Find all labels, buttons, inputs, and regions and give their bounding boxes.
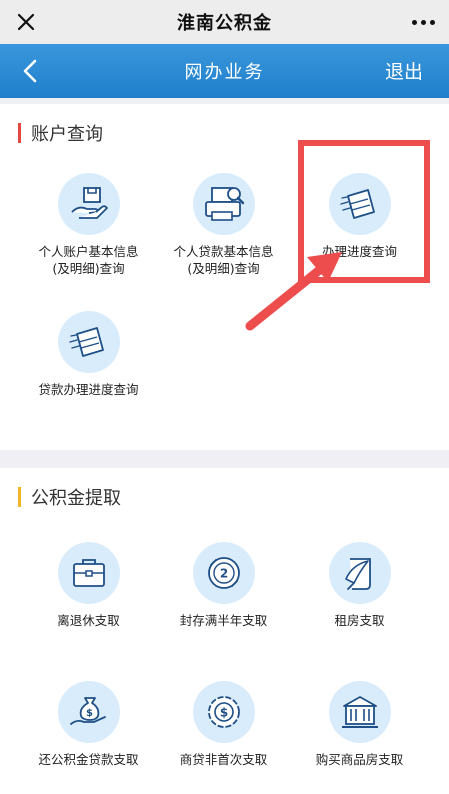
section-marker <box>18 123 21 143</box>
section-header: 公积金提取 <box>18 484 121 510</box>
paper-plane-icon <box>57 311 120 373</box>
section-marker <box>18 487 21 507</box>
tile-sealed-half-year-withdrawal[interactable]: 2 封存满半年支取 <box>149 542 298 629</box>
tile-account-info[interactable]: 个人账户基本信息 (及明细)查询 <box>14 173 163 277</box>
close-icon[interactable] <box>10 6 42 38</box>
tile-commercial-loan-withdrawal[interactable]: $ 商贷非首次支取 <box>149 681 298 768</box>
label-line: 个人贷款基本信息 <box>173 244 274 259</box>
tile-label: 还公积金贷款支取 <box>38 752 139 767</box>
section-title: 公积金提取 <box>31 488 121 509</box>
tile-label: 商贷非首次支取 <box>179 752 268 767</box>
label-line: (及明细)查询 <box>52 261 125 276</box>
tile-rent-withdrawal[interactable]: 租房支取 <box>285 542 434 629</box>
section-header: 账户查询 <box>18 120 103 146</box>
svg-text:$: $ <box>86 708 93 719</box>
withdrawal-section: 公积金提取 离退休支取 2 封存满半年支取 租房支取 $ 还公积金贷款支取 $ … <box>0 468 449 794</box>
tile-label: 购买商品房支取 <box>315 752 404 767</box>
quill-scroll-icon <box>328 542 391 604</box>
tile-label: 个人账户基本信息 (及明细)查询 <box>38 243 138 277</box>
more-icon[interactable] <box>412 6 435 38</box>
svg-text:2: 2 <box>219 567 227 581</box>
tile-label: 离退休支取 <box>57 613 120 628</box>
exit-button[interactable]: 退出 <box>385 57 423 84</box>
tile-label: 封存满半年支取 <box>179 613 268 628</box>
money-bag-hand-icon: $ <box>57 681 120 743</box>
building-icon <box>328 681 391 743</box>
label-line: (及明细)查询 <box>187 261 260 276</box>
tile-label: 租房支取 <box>334 613 385 628</box>
section-title: 账户查询 <box>31 124 103 145</box>
chevron-left-icon[interactable] <box>14 55 46 87</box>
label-line: 贷款办理进度查询 <box>38 382 139 397</box>
page-title: 淮南公积金 <box>177 13 272 34</box>
tile-loan-progress-query[interactable]: 贷款办理进度查询 <box>14 311 163 398</box>
hand-box-icon <box>57 173 120 235</box>
tile-label: 个人贷款基本信息 (及明细)查询 <box>173 243 273 277</box>
cycle-2-icon: 2 <box>192 542 255 604</box>
label-line: 个人账户基本信息 <box>38 244 139 259</box>
printer-search-icon <box>192 173 255 235</box>
highlight-box <box>298 140 430 283</box>
tile-loan-info[interactable]: 个人贷款基本信息 (及明细)查询 <box>149 173 298 277</box>
wechat-top-bar: 淮南公积金 <box>0 0 449 44</box>
svg-text:$: $ <box>219 706 227 720</box>
briefcase-icon <box>57 542 120 604</box>
tile-label: 贷款办理进度查询 <box>38 381 138 398</box>
nav-bar: 网办业务 退出 <box>0 44 449 98</box>
tile-repay-loan-withdrawal[interactable]: $ 还公积金贷款支取 <box>14 681 163 768</box>
nav-title: 网办业务 <box>184 62 265 83</box>
coin-dollar-icon: $ <box>192 681 255 743</box>
tile-retirement-withdrawal[interactable]: 离退休支取 <box>14 542 163 629</box>
tile-buy-house-withdrawal[interactable]: 购买商品房支取 <box>285 681 434 768</box>
